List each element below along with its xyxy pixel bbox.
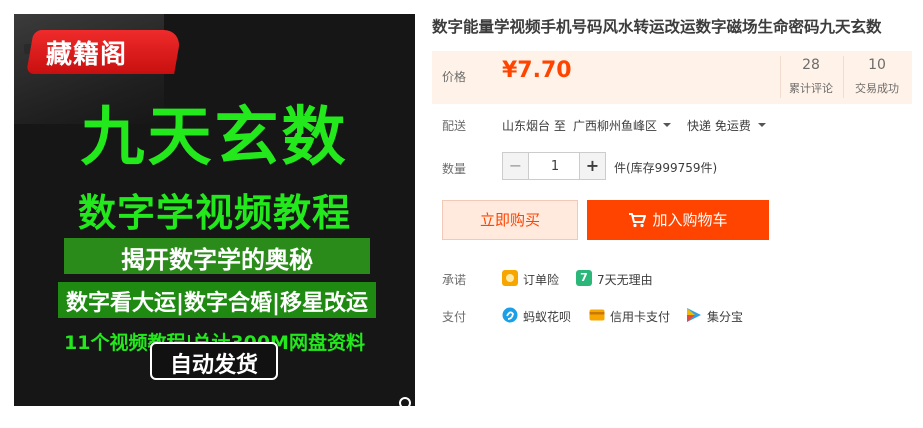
quantity-increase-button[interactable]: + xyxy=(579,153,605,179)
reveal-text: 揭开数字学的奥秘 xyxy=(121,246,313,274)
seven-day-return-icon: 7 xyxy=(576,270,592,286)
reviews-label[interactable]: 累计评论 xyxy=(781,80,841,96)
seven-day-return-text[interactable]: 7天无理由 xyxy=(597,271,653,288)
delivery-label: 配送 xyxy=(442,119,467,133)
add-to-cart-label: 加入购物车 xyxy=(652,211,728,229)
poster-headline: 九天玄数 xyxy=(80,101,349,175)
cart-icon xyxy=(629,213,647,228)
sales-label: 交易成功 xyxy=(855,82,899,95)
jifenbao-icon xyxy=(687,308,701,322)
product-page: 藏籍阁 九天玄数 数字学视频教程 揭开数字学的奥秘 数字看大运|数字合婚|移星改… xyxy=(0,0,923,428)
quantity-input[interactable] xyxy=(530,153,580,179)
price-value: ¥7.70 xyxy=(502,58,572,83)
jifenbao-text[interactable]: 集分宝 xyxy=(707,308,743,325)
poster-subhead: 数字学视频教程 xyxy=(77,191,351,235)
quantity-label: 数量 xyxy=(442,162,467,176)
payment-label: 支付 xyxy=(442,310,467,324)
stat-divider xyxy=(843,56,844,98)
brand-name: 藏籍阁 xyxy=(46,40,128,70)
quantity-decrease-button[interactable]: − xyxy=(503,153,529,179)
credit-card-text[interactable]: 信用卡支付 xyxy=(610,308,670,325)
price-label: 价格 xyxy=(442,70,467,84)
shipping-dropdown-icon[interactable] xyxy=(758,123,766,127)
stock-text: 件(库存999759件) xyxy=(614,161,718,175)
fortune-text: 数字看大运|数字合婚|移星改运 xyxy=(65,291,369,316)
magnifier-icon[interactable] xyxy=(398,396,415,406)
product-main-image[interactable]: 藏籍阁 九天玄数 数字学视频教程 揭开数字学的奥秘 数字看大运|数字合婚|移星改… xyxy=(14,14,415,406)
add-to-cart-button[interactable]: 加入购物车 xyxy=(587,200,769,240)
order-insurance-icon xyxy=(502,270,518,286)
sales-count: 10 xyxy=(868,57,886,73)
promise-label: 承诺 xyxy=(442,273,467,287)
shipping-method[interactable]: 快递 免运费 xyxy=(687,117,751,134)
reviews-count[interactable]: 28 xyxy=(781,57,841,73)
credit-card-icon xyxy=(589,309,605,321)
quantity-stepper: − + xyxy=(502,152,606,180)
delivery-destination[interactable]: 广西柳州鱼峰区 xyxy=(573,117,657,134)
delivery-origin: 山东烟台 至 xyxy=(502,119,566,133)
buy-now-button[interactable]: 立即购买 xyxy=(442,200,578,240)
destination-dropdown-icon[interactable] xyxy=(663,123,671,127)
order-insurance-text[interactable]: 订单险 xyxy=(523,271,559,288)
huabei-text[interactable]: 蚂蚁花呗 xyxy=(523,308,571,325)
huabei-icon xyxy=(502,307,518,323)
product-title: 数字能量学视频手机号码风水转运改运数字磁场生命密码九天玄数 xyxy=(432,18,882,36)
auto-delivery-text: 自动发货 xyxy=(169,353,258,378)
